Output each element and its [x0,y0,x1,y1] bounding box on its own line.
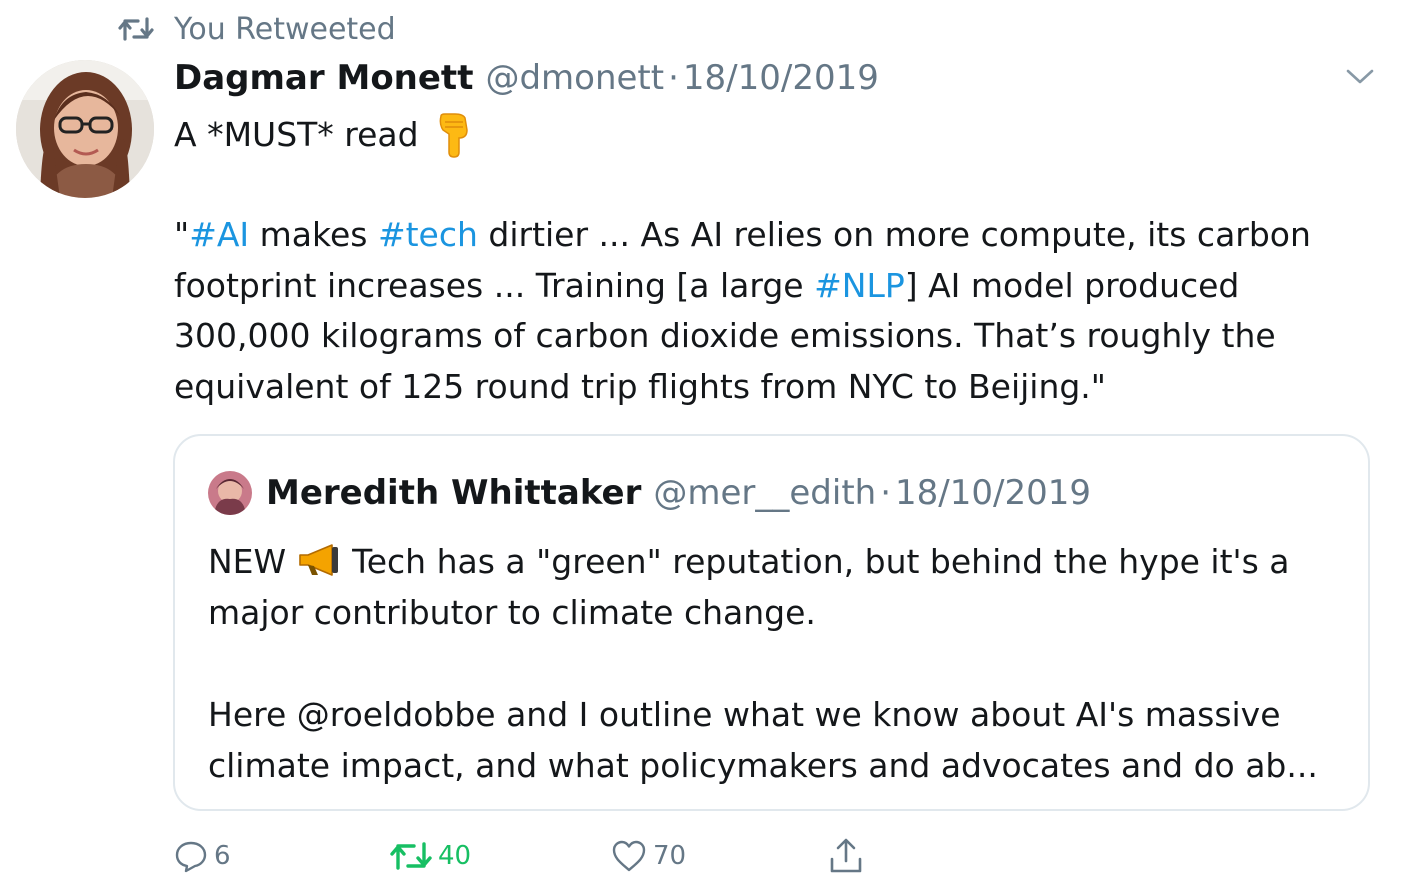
quoted-author-avatar [208,471,252,515]
header-separator: · [668,58,679,98]
share-icon [830,838,862,873]
hashtag-link[interactable]: #tech [378,215,478,254]
quoted-author-handle: @mer__edith [653,473,877,513]
quoted-line-1-rest: Tech has a "green" reputation, but behin… [352,542,1290,581]
like-count: 70 [653,841,687,871]
tweet-text-segment: " [174,215,190,254]
reply-button[interactable]: 6 [174,832,231,880]
author-handle[interactable]: @dmonett [485,58,664,98]
tweet-text: A *MUST* read "#AI makes #tech dirtier .… [174,110,1364,412]
retweet-banner-label: You Retweeted [174,11,396,47]
quoted-tweet-text: NEW Tech has a "green" reputation, but b… [208,536,1348,791]
author-name[interactable]: Dagmar Monett [174,58,473,98]
quoted-tweet-date: 18/10/2019 [895,473,1091,513]
chevron-down-icon[interactable] [1344,64,1376,88]
tweet-action-bar: 6 40 70 [0,832,1404,880]
author-avatar[interactable] [16,60,154,198]
tweet-text-segment: footprint increases ... Training [a larg… [174,265,815,305]
reply-count: 6 [214,841,231,871]
retweet-action-icon [390,842,432,870]
quoted-header-separator: · [880,473,892,513]
tweet-line: equivalent of 125 round trip flights fro… [174,362,1364,413]
tweet-text-segment: equivalent of 125 round trip flights fro… [174,366,1106,406]
tweet-text-segment: dirtier ... As AI relies on more compute… [477,215,1311,254]
megaphone-emoji-icon [299,544,339,576]
tweet-line: 300,000 kilograms of carbon dioxide emis… [174,311,1364,362]
heart-icon [612,840,646,872]
tweet-intro: A *MUST* read [174,114,419,154]
quoted-tweet-card[interactable]: Meredith Whittaker @mer__edith · 18/10/2… [173,434,1370,811]
tweet-line: footprint increases ... Training [a larg… [174,261,1364,312]
tweet-text-segment: makes [249,215,378,254]
share-button[interactable] [828,832,870,880]
quoted-line-4: climate impact, and what policymakers an… [208,746,1318,785]
quoted-line-1-prefix: NEW [208,542,287,581]
quoted-avatar-image [208,471,252,515]
like-button[interactable]: 70 [611,832,686,880]
tweet-header: Dagmar Monett @dmonett · 18/10/2019 [174,58,879,100]
quoted-line-2: major contributor to climate change. [208,593,816,632]
hashtag-link[interactable]: #NLP [814,266,905,305]
reply-icon [175,841,207,873]
retweet-banner: You Retweeted [118,10,396,48]
quoted-author-name: Meredith Whittaker [266,473,642,513]
tweet-first-line: A *MUST* read [174,110,1364,160]
tweet-text-segment: ] AI model produced [904,265,1240,305]
quoted-line-3: Here @roeldobbe and I outline what we kn… [208,695,1281,734]
tweet-date[interactable]: 18/10/2019 [683,58,879,98]
tweet-body-lines: "#AI makes #tech dirtier ... As AI relie… [174,210,1364,412]
avatar-image [16,60,154,198]
retweet-count: 40 [438,841,472,871]
pointing-down-emoji-icon [439,113,468,158]
hashtag-link[interactable]: #AI [189,215,249,254]
quoted-line-1: NEW Tech has a "green" reputation, but b… [208,536,1348,587]
quoted-tweet-header: Meredith Whittaker @mer__edith · 18/10/2… [208,470,1091,516]
tweet-line: "#AI makes #tech dirtier ... As AI relie… [174,210,1364,261]
retweet-icon [118,17,154,41]
tweet-text-segment: 300,000 kilograms of carbon dioxide emis… [174,316,1276,355]
retweet-button[interactable]: 40 [390,832,471,880]
